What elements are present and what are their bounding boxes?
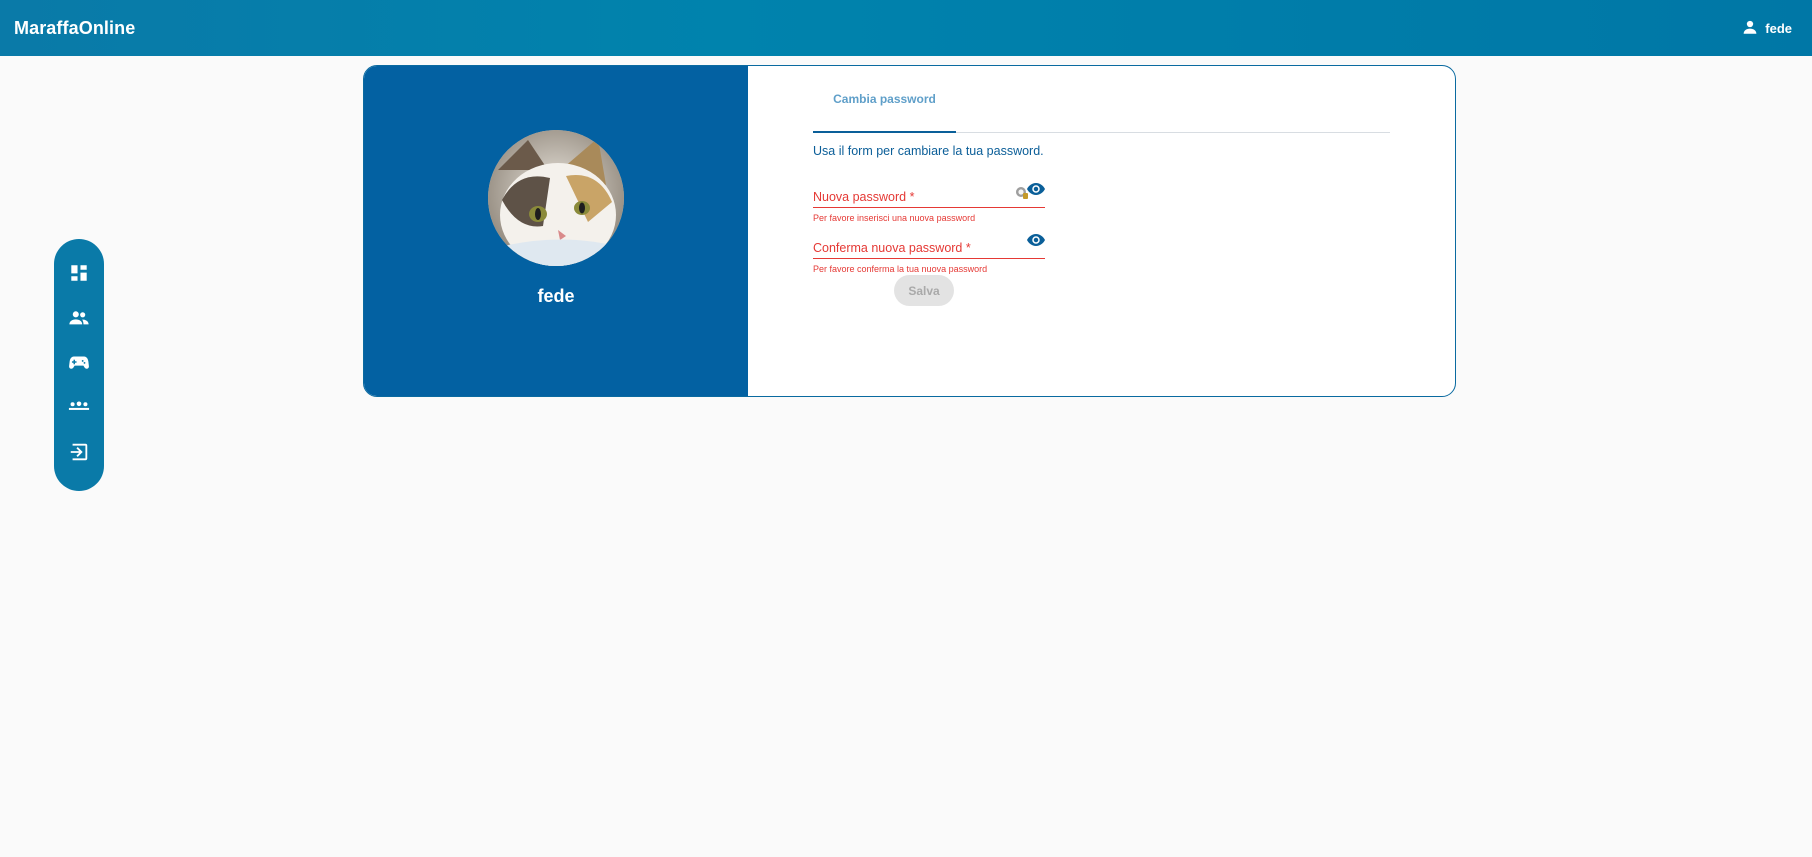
top-app-bar: MaraffaOnline fede bbox=[0, 0, 1812, 56]
avatar bbox=[488, 130, 624, 266]
gamepad-icon bbox=[68, 351, 90, 378]
nav-login[interactable] bbox=[61, 437, 97, 473]
tab-change-password[interactable]: Cambia password bbox=[813, 66, 956, 133]
cat-avatar-image bbox=[488, 130, 624, 266]
person-icon bbox=[1741, 18, 1759, 39]
new-password-input[interactable] bbox=[813, 188, 1013, 206]
dashboard-icon bbox=[68, 262, 90, 289]
toggle-visibility-icon[interactable] bbox=[1027, 182, 1045, 196]
save-button[interactable]: Salva bbox=[894, 275, 954, 306]
nav-games[interactable] bbox=[61, 347, 97, 383]
user-menu-button[interactable]: fede bbox=[1741, 18, 1792, 39]
confirm-password-error: Per favore conferma la tua nuova passwor… bbox=[813, 264, 988, 274]
profile-card: fede Cambia password Usa il form per cam… bbox=[363, 65, 1456, 397]
nav-groups[interactable] bbox=[61, 392, 97, 428]
confirm-password-input[interactable] bbox=[813, 239, 1013, 257]
tab-bar: Cambia password bbox=[813, 66, 1390, 133]
app-title[interactable]: MaraffaOnline bbox=[14, 18, 135, 39]
toggle-visibility-icon[interactable] bbox=[1027, 233, 1045, 247]
new-password-field: Per favore inserisci una nuova password bbox=[813, 182, 1045, 223]
user-name-label: fede bbox=[1765, 20, 1792, 36]
side-navigation bbox=[54, 239, 104, 491]
form-intro-text: Usa il form per cambiare la tua password… bbox=[813, 144, 1044, 158]
people-icon bbox=[68, 307, 90, 334]
groups-icon bbox=[68, 396, 90, 423]
nav-dashboard[interactable] bbox=[61, 257, 97, 293]
confirm-password-field: Per favore conferma la tua nuova passwor… bbox=[813, 233, 1045, 274]
profile-panel: fede bbox=[364, 66, 748, 396]
nav-friends[interactable] bbox=[61, 302, 97, 338]
new-password-error: Per favore inserisci una nuova password bbox=[813, 213, 976, 223]
login-icon bbox=[68, 441, 90, 468]
profile-username: fede bbox=[537, 286, 575, 306]
password-panel: Cambia password Usa il form per cambiare… bbox=[748, 66, 1455, 396]
